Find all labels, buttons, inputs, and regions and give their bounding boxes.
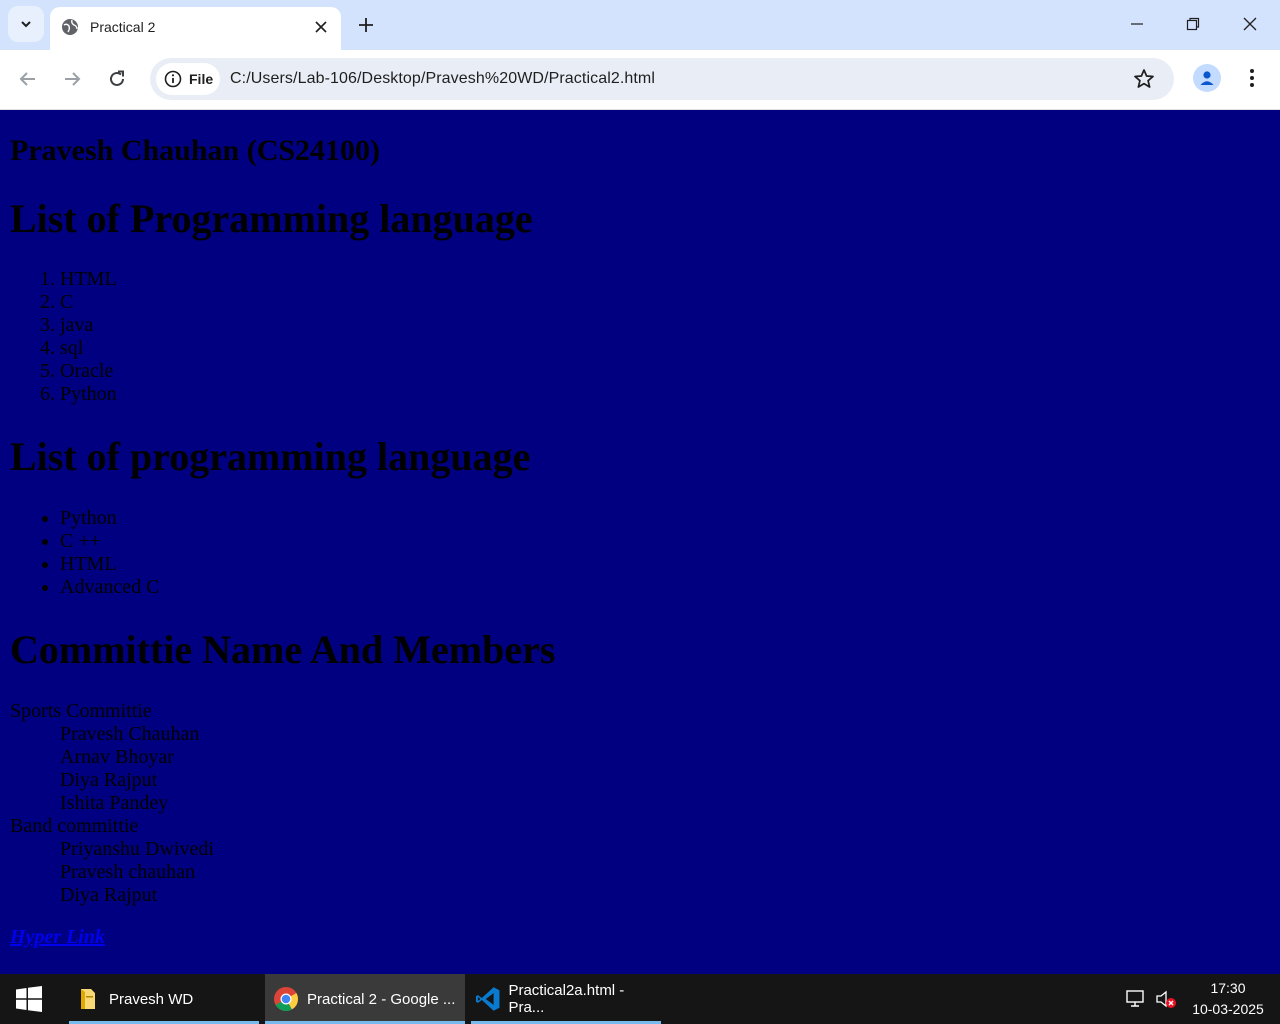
network-icon[interactable] bbox=[1125, 974, 1147, 1024]
arrow-right-icon bbox=[65, 72, 81, 86]
info-icon bbox=[164, 70, 182, 88]
committee-member: Arnav Bhoyar bbox=[60, 746, 174, 768]
reload-button[interactable] bbox=[100, 62, 134, 96]
list-item: HTML bbox=[60, 268, 117, 291]
list-item: sql bbox=[60, 337, 117, 360]
list-item: C bbox=[60, 291, 117, 314]
site-chip-label: File bbox=[189, 71, 214, 87]
taskbar: Pravesh WD Practical 2 - Google ... Prac… bbox=[0, 974, 1280, 1024]
tab-strip: Practical 2 bbox=[0, 0, 1280, 50]
chrome-icon bbox=[274, 987, 298, 1012]
list-item: Python bbox=[60, 383, 117, 406]
committee-member: Diya Rajput bbox=[60, 884, 158, 906]
restore-button[interactable] bbox=[1165, 0, 1221, 48]
clock-time: 17:30 bbox=[1210, 980, 1246, 996]
close-window-button[interactable] bbox=[1222, 0, 1278, 48]
close-icon bbox=[1243, 17, 1257, 31]
hyper-link[interactable]: Hyper Link bbox=[10, 926, 105, 949]
list-item: C ++ bbox=[60, 530, 159, 553]
person-icon bbox=[1200, 71, 1214, 85]
restore-icon bbox=[1186, 17, 1200, 31]
committee-member: Pravesh chauhan bbox=[60, 861, 195, 883]
taskbar-item-label: Practical2a.html - Pra... bbox=[508, 982, 625, 1016]
forward-button[interactable] bbox=[55, 62, 89, 96]
list-item: java bbox=[60, 314, 117, 337]
tab-search-button[interactable] bbox=[8, 6, 44, 42]
new-tab-button[interactable] bbox=[352, 11, 380, 39]
committee-member: Diya Rajput bbox=[60, 769, 158, 791]
reload-icon bbox=[110, 70, 124, 86]
tab-practical-2[interactable]: Practical 2 bbox=[50, 7, 341, 50]
taskbar-item-chrome[interactable]: Practical 2 - Google ... bbox=[265, 974, 465, 1024]
list-item: Advanced C bbox=[60, 576, 159, 599]
list-item: HTML bbox=[60, 553, 159, 576]
unordered-language-list: Python C ++ HTML Advanced C bbox=[10, 507, 159, 599]
list-item: Oracle bbox=[60, 360, 117, 383]
chevron-down-icon bbox=[21, 21, 31, 28]
minimize-icon bbox=[1131, 23, 1143, 25]
taskbar-item-label: Practical 2 - Google ... bbox=[307, 990, 456, 1008]
committee-member: Priyanshu Dwivedi bbox=[60, 838, 214, 860]
clock-date: 10-03-2025 bbox=[1192, 1001, 1264, 1017]
committee-name: Band committie bbox=[10, 815, 139, 837]
ordered-language-list: HTML C java sql Oracle Python bbox=[10, 268, 117, 406]
bookmark-star-icon[interactable] bbox=[1132, 67, 1156, 91]
site-info-chip[interactable]: File bbox=[156, 63, 220, 95]
committee-member: Pravesh Chauhan bbox=[60, 723, 200, 745]
globe-icon bbox=[62, 19, 78, 35]
plus-icon bbox=[359, 18, 373, 32]
url-text[interactable]: C:/Users/Lab-106/Desktop/Pravesh%20WD/Pr… bbox=[230, 69, 655, 89]
committee-name: Sports Committie bbox=[10, 700, 152, 722]
windows-logo-icon bbox=[16, 986, 42, 1012]
arrow-left-icon bbox=[19, 72, 35, 86]
unordered-list-heading: List of programming language bbox=[10, 434, 531, 479]
browser-toolbar: File C:/Users/Lab-106/Desktop/Pravesh%20… bbox=[0, 50, 1280, 110]
author-heading: Pravesh Chauhan (CS24100) bbox=[10, 134, 381, 167]
volume-muted-icon[interactable] bbox=[1155, 974, 1177, 1024]
minimize-button[interactable] bbox=[1109, 0, 1165, 48]
address-bar[interactable]: File C:/Users/Lab-106/Desktop/Pravesh%20… bbox=[150, 58, 1174, 100]
more-vertical-icon bbox=[1250, 69, 1254, 87]
committee-list: Sports Committie Pravesh Chauhan Arnav B… bbox=[10, 700, 214, 907]
start-button[interactable] bbox=[0, 974, 58, 1024]
vscode-icon bbox=[475, 987, 500, 1011]
list-item: Python bbox=[60, 507, 159, 530]
profile-avatar[interactable] bbox=[1193, 64, 1221, 92]
taskbar-item-explorer[interactable]: Pravesh WD bbox=[69, 974, 259, 1024]
ordered-list-heading: List of Programming language bbox=[10, 196, 533, 241]
taskbar-item-vscode[interactable]: Practical2a.html - Pra... bbox=[471, 974, 661, 1024]
folder-icon bbox=[81, 989, 95, 1009]
browser-menu-button[interactable] bbox=[1240, 66, 1264, 90]
taskbar-item-label: Pravesh WD bbox=[109, 990, 194, 1008]
close-tab-icon[interactable] bbox=[309, 15, 333, 39]
committee-heading: Committie Name And Members bbox=[10, 627, 556, 672]
tab-title: Practical 2 bbox=[90, 19, 156, 35]
page-content: Pravesh Chauhan (CS24100) List of Progra… bbox=[0, 110, 1280, 974]
system-clock[interactable]: 17:30 10-03-2025 bbox=[1180, 978, 1276, 1020]
committee-member: Ishita Pandey bbox=[60, 792, 169, 814]
back-button[interactable] bbox=[11, 62, 45, 96]
